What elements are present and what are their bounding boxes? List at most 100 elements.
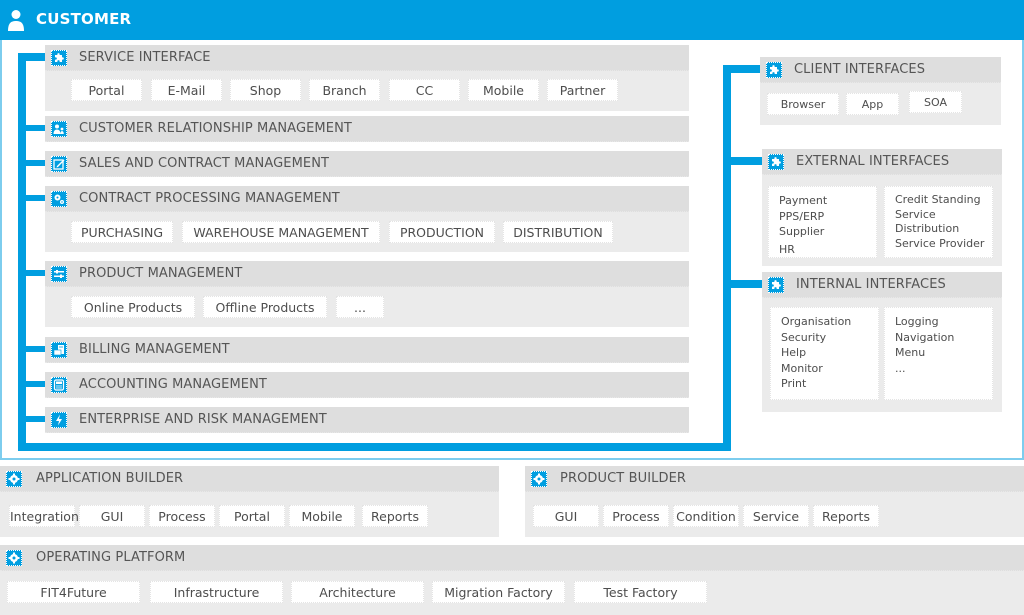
chip-distribution[interactable]: DISTRIBUTION <box>503 221 613 243</box>
module-header: APPLICATION BUILDER <box>0 466 499 492</box>
cash-icon <box>51 342 67 358</box>
module-title: SALES AND CONTRACT MANAGEMENT <box>79 156 330 171</box>
chip-cc[interactable]: CC <box>389 79 460 101</box>
chip-migration-factory[interactable]: Migration Factory <box>432 581 565 603</box>
module-header: SERVICE INTERFACE <box>45 45 689 71</box>
chip-portal[interactable]: Portal <box>219 505 285 527</box>
module-product-management: PRODUCT MANAGEMENT Online Products Offli… <box>45 261 689 327</box>
module-title: APPLICATION BUILDER <box>36 471 184 486</box>
puzzle-icon <box>768 154 784 170</box>
list-item: Service <box>895 207 936 221</box>
module-title: OPERATING PLATFORM <box>36 550 186 565</box>
chip-online-products[interactable]: Online Products <box>71 296 195 318</box>
chip-architecture[interactable]: Architecture <box>291 581 424 603</box>
list-item: Navigation <box>895 330 955 344</box>
connector-stub <box>18 346 46 352</box>
list-item: Supplier <box>779 225 825 238</box>
module-crm: CUSTOMER RELATIONSHIP MANAGEMENT <box>45 116 689 142</box>
module-title: BILLING MANAGEMENT <box>79 342 230 357</box>
module-sales-contract: SALES AND CONTRACT MANAGEMENT <box>45 151 689 177</box>
puzzle-icon <box>51 50 67 66</box>
list-item: HR <box>779 242 795 256</box>
module-internal-interfaces: INTERNAL INTERFACES Organisation Securit… <box>762 272 1002 412</box>
chip-test-factory[interactable]: Test Factory <box>574 581 707 603</box>
chip-condition[interactable]: Condition <box>673 505 739 527</box>
chip-shop[interactable]: Shop <box>230 79 301 101</box>
module-title: PRODUCT BUILDER <box>560 471 687 486</box>
module-enterprise-risk: ENTERPRISE AND RISK MANAGEMENT <box>45 407 689 433</box>
chip-app[interactable]: App <box>846 93 899 115</box>
chip-branch[interactable]: Branch <box>309 79 380 101</box>
chip-fit4future[interactable]: FIT4Future <box>7 581 140 603</box>
connector-left-vertical <box>18 53 26 450</box>
chip-reports[interactable]: Reports <box>362 505 428 527</box>
module-accounting: ACCOUNTING MANAGEMENT <box>45 372 689 398</box>
module-title: CUSTOMER RELATIONSHIP MANAGEMENT <box>79 121 352 136</box>
connector-stub <box>723 157 763 165</box>
connector-stub <box>18 270 46 276</box>
module-title: ENTERPRISE AND RISK MANAGEMENT <box>79 412 327 427</box>
chip-service[interactable]: Service <box>743 505 809 527</box>
chip-email[interactable]: E-Mail <box>151 79 222 101</box>
module-header: OPERATING PLATFORM <box>0 545 1024 571</box>
internal-list-right: Logging Navigation Menu ... <box>884 307 993 400</box>
chip-browser[interactable]: Browser <box>767 93 839 115</box>
list-item: ... <box>895 361 906 375</box>
chip-process[interactable]: Process <box>149 505 215 527</box>
chip-process[interactable]: Process <box>603 505 669 527</box>
chip-mobile[interactable]: Mobile <box>468 79 539 101</box>
chip-offline-products[interactable]: Offline Products <box>203 296 327 318</box>
module-client-interfaces: CLIENT INTERFACES Browser App SOA <box>760 57 1001 125</box>
module-header: SALES AND CONTRACT MANAGEMENT <box>45 151 689 177</box>
lightning-icon <box>51 412 67 428</box>
module-external-interfaces: EXTERNAL INTERFACES Payment PPS/ERP Supp… <box>762 149 1002 266</box>
module-header: ENTERPRISE AND RISK MANAGEMENT <box>45 407 689 433</box>
module-header: CUSTOMER RELATIONSHIP MANAGEMENT <box>45 116 689 142</box>
chip-portal[interactable]: Portal <box>71 79 142 101</box>
gear-icon <box>531 471 547 487</box>
module-title: ACCOUNTING MANAGEMENT <box>79 377 267 392</box>
puzzle-icon <box>766 62 782 78</box>
connector-stub <box>18 125 46 131</box>
chip-integration[interactable]: Integration <box>9 505 79 527</box>
gears-icon <box>51 191 67 207</box>
connector-right-vertical <box>723 65 731 451</box>
chip-reports[interactable]: Reports <box>813 505 879 527</box>
chip-more-products[interactable]: ... <box>336 296 384 318</box>
customer-header: CUSTOMER <box>0 0 1024 40</box>
puzzle-icon <box>768 277 784 293</box>
module-title: CONTRACT PROCESSING MANAGEMENT <box>79 191 340 206</box>
chip-warehouse-management[interactable]: WAREHOUSE MANAGEMENT <box>182 221 380 243</box>
list-item: PPS/ERP <box>779 209 825 223</box>
module-operating-platform: OPERATING PLATFORM FIT4Future Infrastruc… <box>0 545 1024 615</box>
connector-stub <box>18 381 46 387</box>
connector-stub <box>18 160 46 166</box>
users-icon <box>51 121 67 137</box>
module-application-builder: APPLICATION BUILDER Integration GUI Proc… <box>0 466 499 537</box>
chip-soa[interactable]: SOA <box>909 91 962 113</box>
list-item: Distribution <box>895 222 960 235</box>
module-title: SERVICE INTERFACE <box>79 50 211 65</box>
gear-icon <box>6 550 22 566</box>
list-item: Credit Standing <box>895 193 981 206</box>
connector-stub <box>18 53 46 61</box>
module-header: EXTERNAL INTERFACES <box>762 149 1002 175</box>
module-header: CONTRACT PROCESSING MANAGEMENT <box>45 186 689 212</box>
connector-stub <box>723 65 761 73</box>
module-contract-processing: CONTRACT PROCESSING MANAGEMENT PURCHASIN… <box>45 186 689 252</box>
chip-partner[interactable]: Partner <box>547 79 618 101</box>
chip-production[interactable]: PRODUCTION <box>389 221 495 243</box>
module-header: PRODUCT BUILDER <box>525 466 1024 492</box>
chip-mobile[interactable]: Mobile <box>289 505 355 527</box>
chip-gui[interactable]: GUI <box>533 505 599 527</box>
connector-bottom-horizontal <box>18 443 731 451</box>
module-title: PRODUCT MANAGEMENT <box>79 266 243 281</box>
module-header: PRODUCT MANAGEMENT <box>45 261 689 287</box>
chip-gui[interactable]: GUI <box>79 505 145 527</box>
module-header: CLIENT INTERFACES <box>760 57 1001 83</box>
module-header: INTERNAL INTERFACES <box>762 272 1002 298</box>
customer-title: CUSTOMER <box>36 10 132 28</box>
chip-infrastructure[interactable]: Infrastructure <box>150 581 283 603</box>
connector-stub <box>18 416 46 422</box>
chip-purchasing[interactable]: PURCHASING <box>71 221 173 243</box>
